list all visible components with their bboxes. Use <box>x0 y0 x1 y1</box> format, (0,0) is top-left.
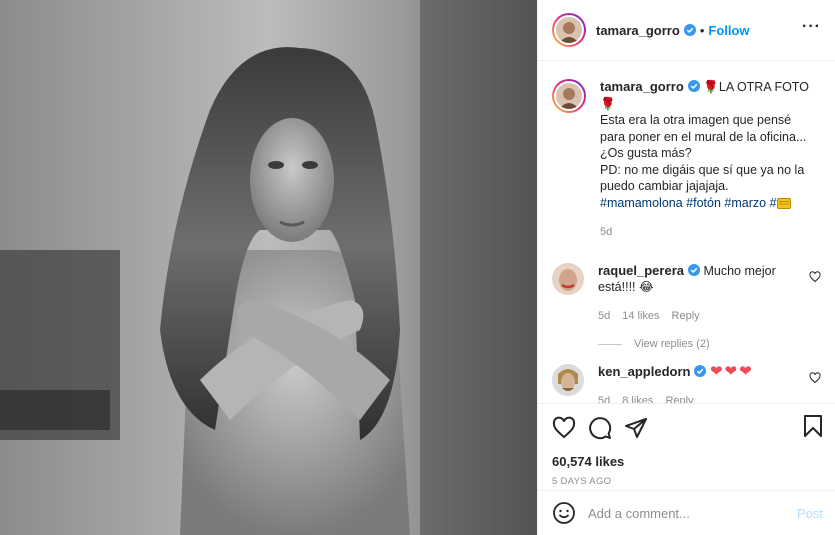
add-comment-bar: Post <box>538 490 835 535</box>
heart-icon[interactable] <box>809 270 821 283</box>
commenter-avatar[interactable] <box>552 262 584 295</box>
caption: tamara_gorro 🌹LA OTRA FOTO🌹 Esta era la … <box>552 79 821 241</box>
comment-icon[interactable] <box>588 416 612 440</box>
post-image <box>0 0 537 535</box>
separator-dot: • <box>699 22 705 38</box>
verified-badge-icon <box>688 263 700 276</box>
comment-author[interactable]: raquel_perera <box>598 263 684 278</box>
bookmark-icon[interactable] <box>801 414 825 438</box>
verified-badge-icon <box>683 24 696 36</box>
post-timestamp[interactable]: 5 DAYS AGO <box>552 476 821 487</box>
caption-time[interactable]: 5d <box>600 226 612 238</box>
comment-author[interactable]: ken_appledorn <box>598 364 690 379</box>
reply-button[interactable]: Reply <box>672 310 700 322</box>
verified-badge-icon <box>694 365 707 377</box>
commenter-avatar[interactable] <box>552 364 584 396</box>
caption-line: puedo cambiar jajajaja. <box>600 179 729 193</box>
heart-icon[interactable] <box>809 372 821 384</box>
caption-line: PD: no me digáis que sí que ya no la <box>600 162 805 177</box>
rose-emoji-icon: 🌹 <box>600 96 616 111</box>
author-username[interactable]: tamara_gorro <box>596 23 680 38</box>
hashtag-link[interactable]: #marzo <box>724 196 766 210</box>
caption-title: LA OTRA FOTO <box>718 80 809 94</box>
comment-likes[interactable]: 14 likes <box>622 310 659 322</box>
author-avatar[interactable] <box>552 13 586 47</box>
rose-emoji-icon: 🌹 <box>703 80 719 94</box>
likes-count[interactable]: 60,574 likes <box>552 454 821 469</box>
comment-text: está!!!! <box>598 280 636 294</box>
comments-list[interactable]: tamara_gorro 🌹LA OTRA FOTO🌹 Esta era la … <box>538 61 835 403</box>
comment-text: Mucho mejor <box>703 263 776 278</box>
comment-time[interactable]: 5d <box>598 310 610 322</box>
caption-author[interactable]: tamara_gorro <box>600 79 684 94</box>
hashtag-link[interactable]: #mamamolona <box>600 196 683 210</box>
laughing-emoji-icon: 😂 <box>639 280 654 294</box>
comment-input[interactable] <box>588 505 797 521</box>
caption-author-avatar[interactable] <box>552 79 586 113</box>
smiley-icon[interactable] <box>552 501 576 525</box>
follow-button[interactable]: Follow <box>708 23 749 38</box>
share-icon[interactable] <box>624 416 648 440</box>
caption-line: para poner en el mural de la oficina... <box>600 129 807 144</box>
view-replies-label: View replies (2) <box>634 338 710 350</box>
comment-time[interactable]: 5d <box>598 395 610 404</box>
calendar-emoji-icon <box>776 197 791 209</box>
hashtag-link[interactable]: # <box>770 196 777 210</box>
hashtag-link[interactable]: #fotón <box>686 196 721 210</box>
view-replies-button[interactable]: View replies (2) <box>598 338 821 350</box>
comment-likes[interactable]: 8 likes <box>622 395 653 404</box>
verified-badge-icon <box>687 80 700 92</box>
post-photo[interactable] <box>0 0 537 535</box>
caption-line: ¿Os gusta más? <box>600 146 692 160</box>
more-horizontal-icon[interactable]: ··· <box>802 19 821 35</box>
comment-item: ken_appledorn ❤❤❤ 5d 8 likes Reply <box>552 363 821 404</box>
post-actions: 60,574 likes 5 DAYS AGO <box>538 403 835 490</box>
reply-button[interactable]: Reply <box>665 395 693 404</box>
caption-line: Esta era la otra imagen que pensé <box>600 113 792 127</box>
post-button[interactable]: Post <box>797 506 823 521</box>
post-header: tamara_gorro • Follow ··· <box>538 0 835 61</box>
divider-line <box>598 343 622 345</box>
comment-item: raquel_perera Mucho mejor está!!!! 😂 5d 1… <box>552 262 821 325</box>
comment-text: ❤❤❤ <box>709 363 754 380</box>
heart-icon[interactable] <box>552 416 576 440</box>
post-sidebar: tamara_gorro • Follow ··· tamara_gorro 🌹… <box>537 0 835 535</box>
